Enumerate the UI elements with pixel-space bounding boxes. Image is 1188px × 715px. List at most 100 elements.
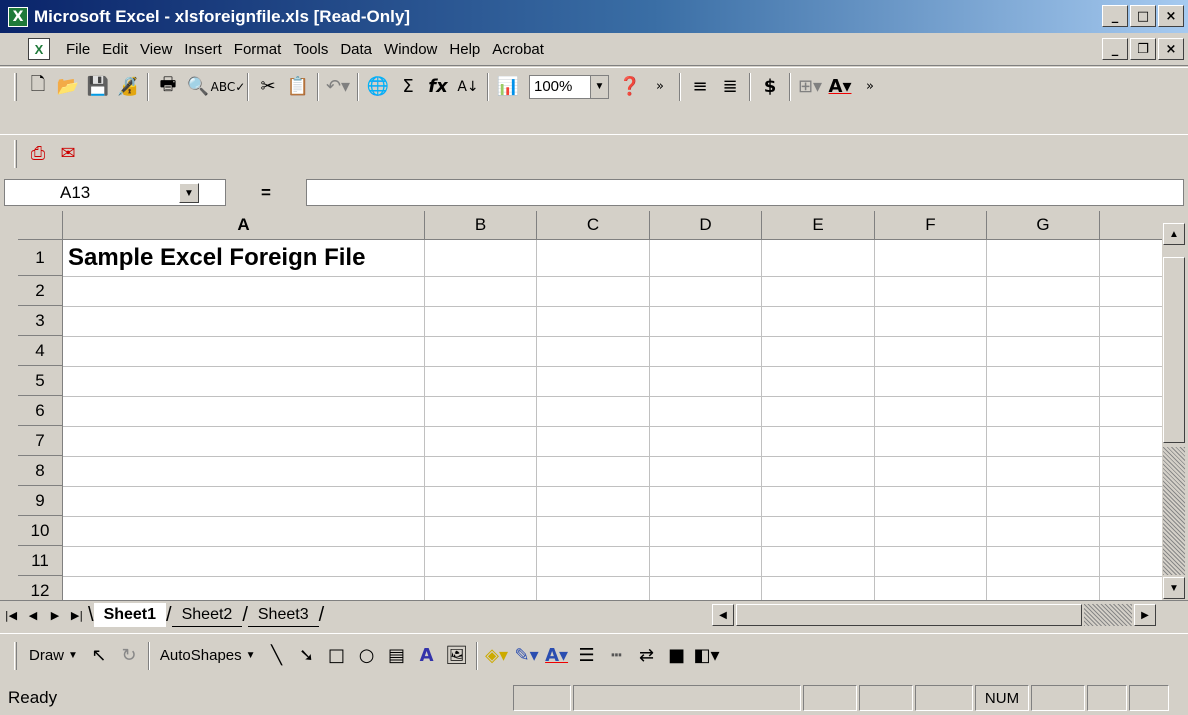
menu-insert[interactable]: Insert bbox=[178, 41, 228, 58]
undo-icon[interactable]: ↶▾ bbox=[323, 72, 353, 102]
wordart-icon[interactable]: A bbox=[412, 641, 442, 671]
select-objects-icon[interactable]: ↖ bbox=[84, 641, 114, 671]
menu-tools[interactable]: Tools bbox=[287, 41, 334, 58]
line-color-icon[interactable]: ✎▾ bbox=[512, 641, 542, 671]
last-sheet-icon[interactable]: ▶| bbox=[66, 604, 88, 626]
permission-icon[interactable]: 🔏 bbox=[113, 72, 143, 102]
autosum-icon[interactable]: Σ bbox=[393, 72, 423, 102]
borders-icon[interactable]: ⊞▾ bbox=[795, 72, 825, 102]
web-icon[interactable]: 🌐 bbox=[363, 72, 393, 102]
scroll-up-icon[interactable]: ▲ bbox=[1163, 223, 1185, 245]
oval-icon[interactable]: ○ bbox=[352, 641, 382, 671]
align-right-icon[interactable]: ≣ bbox=[715, 72, 745, 102]
text-box-icon[interactable]: ▤ bbox=[382, 641, 412, 671]
arrow-style-icon[interactable]: ⇄ bbox=[632, 641, 662, 671]
align-center-icon[interactable]: ≡ bbox=[685, 72, 715, 102]
toolbar-grip[interactable] bbox=[14, 139, 17, 168]
dash-style-icon[interactable]: ┅ bbox=[602, 641, 632, 671]
paste-icon[interactable]: 📋 bbox=[283, 72, 313, 102]
rectangle-icon[interactable]: □ bbox=[322, 641, 352, 671]
3d-icon[interactable]: ◧▾ bbox=[692, 641, 722, 671]
column-header-a[interactable]: A bbox=[63, 211, 425, 240]
convert-to-pdf-icon[interactable]: ⎙ bbox=[23, 139, 53, 169]
row-header-9[interactable]: 9 bbox=[18, 486, 63, 516]
cut-icon[interactable]: ✂ bbox=[253, 72, 283, 102]
horizontal-scrollbar[interactable]: ◀ ▶ bbox=[712, 604, 1156, 626]
menu-acrobat[interactable]: Acrobat bbox=[486, 41, 550, 58]
line-icon[interactable]: ╲ bbox=[262, 641, 292, 671]
chevron-down-icon[interactable]: ▼ bbox=[179, 183, 199, 203]
convert-and-email-icon[interactable]: ✉ bbox=[53, 139, 83, 169]
document-close-button[interactable]: × bbox=[1158, 38, 1184, 60]
free-rotate-icon[interactable]: ↻ bbox=[114, 641, 144, 671]
row-header-12[interactable]: 12 bbox=[18, 576, 63, 600]
menu-help[interactable]: Help bbox=[443, 41, 486, 58]
tab-sheet3[interactable]: Sheet3 bbox=[247, 603, 319, 627]
spelling-icon[interactable]: ABC✓ bbox=[211, 72, 246, 102]
row-header-6[interactable]: 6 bbox=[18, 396, 63, 426]
name-box[interactable]: A13 ▼ bbox=[4, 179, 226, 206]
function-icon[interactable]: fx bbox=[423, 72, 453, 102]
chart-wizard-icon[interactable]: 📊 bbox=[493, 72, 523, 102]
toolbar-grip[interactable] bbox=[14, 72, 17, 101]
fill-color-icon[interactable]: ◈▾ bbox=[482, 641, 512, 671]
more-icon[interactable]: » bbox=[855, 72, 885, 102]
workbook-icon[interactable]: X bbox=[28, 38, 50, 60]
row-header-1[interactable]: 1 bbox=[18, 240, 63, 276]
autoshapes-menu-button[interactable]: AutoShapes ▼ bbox=[154, 647, 262, 664]
vertical-scroll-thumb[interactable] bbox=[1163, 257, 1185, 443]
menu-view[interactable]: View bbox=[134, 41, 178, 58]
close-button[interactable]: × bbox=[1158, 5, 1184, 27]
tab-sheet2[interactable]: Sheet2 bbox=[171, 603, 243, 627]
document-minimize-button[interactable]: _ bbox=[1102, 38, 1128, 60]
menu-edit[interactable]: Edit bbox=[96, 41, 134, 58]
document-restore-button[interactable]: ❐ bbox=[1130, 38, 1156, 60]
minimize-button[interactable]: _ bbox=[1102, 5, 1128, 27]
menu-data[interactable]: Data bbox=[334, 41, 378, 58]
font-color-icon[interactable]: A▾ bbox=[542, 641, 572, 671]
row-header-10[interactable]: 10 bbox=[18, 516, 63, 546]
row-header-2[interactable]: 2 bbox=[18, 276, 63, 306]
menu-window[interactable]: Window bbox=[378, 41, 443, 58]
column-header-h[interactable]: H bbox=[1100, 211, 1162, 240]
toolbar-grip[interactable] bbox=[14, 641, 17, 670]
arrow-icon[interactable]: ➘ bbox=[292, 641, 322, 671]
shadow-icon[interactable]: ■ bbox=[662, 641, 692, 671]
column-header-b[interactable]: B bbox=[425, 211, 537, 240]
maximize-button[interactable]: □ bbox=[1130, 5, 1156, 27]
next-sheet-icon[interactable]: ▶ bbox=[44, 604, 66, 626]
row-header-4[interactable]: 4 bbox=[18, 336, 63, 366]
column-header-d[interactable]: D bbox=[650, 211, 762, 240]
currency-icon[interactable]: $ bbox=[755, 72, 785, 102]
cell-a1[interactable]: Sample Excel Foreign File bbox=[68, 241, 365, 275]
line-style-icon[interactable]: ☰ bbox=[572, 641, 602, 671]
open-icon[interactable]: 📂 bbox=[53, 72, 83, 102]
scroll-down-icon[interactable]: ▼ bbox=[1163, 577, 1185, 599]
horizontal-scroll-track[interactable] bbox=[1084, 604, 1132, 626]
row-header-3[interactable]: 3 bbox=[18, 306, 63, 336]
save-icon[interactable]: 💾 bbox=[83, 72, 113, 102]
column-header-f[interactable]: F bbox=[875, 211, 987, 240]
clip-art-icon[interactable]: 🖼 bbox=[442, 641, 472, 671]
row-header-5[interactable]: 5 bbox=[18, 366, 63, 396]
column-header-c[interactable]: C bbox=[537, 211, 650, 240]
row-header-7[interactable]: 7 bbox=[18, 426, 63, 456]
new-icon[interactable]: 🗋 bbox=[23, 72, 53, 102]
vertical-scroll-track[interactable] bbox=[1163, 447, 1185, 575]
draw-menu-button[interactable]: Draw ▼ bbox=[23, 647, 84, 664]
print-preview-icon[interactable]: 🔍 bbox=[183, 72, 213, 102]
excel-icon[interactable]: X bbox=[8, 6, 28, 27]
scroll-right-icon[interactable]: ▶ bbox=[1134, 604, 1156, 626]
first-sheet-icon[interactable]: |◀ bbox=[0, 604, 22, 626]
row-header-11[interactable]: 11 bbox=[18, 546, 63, 576]
worksheet-grid[interactable]: A B C D E F G H 1 2 3 4 5 6 7 8 9 10 11 … bbox=[18, 211, 1162, 600]
menu-format[interactable]: Format bbox=[228, 41, 288, 58]
zoom-select[interactable]: 100% ▼ bbox=[529, 74, 609, 99]
formula-input[interactable] bbox=[306, 179, 1184, 206]
sort-ascending-icon[interactable]: A↓ bbox=[453, 72, 483, 102]
tab-sheet1[interactable]: Sheet1 bbox=[93, 603, 167, 627]
column-header-e[interactable]: E bbox=[762, 211, 875, 240]
print-icon[interactable]: 🖶 bbox=[153, 72, 183, 102]
previous-sheet-icon[interactable]: ◀ bbox=[22, 604, 44, 626]
font-color-icon[interactable]: A▾ bbox=[825, 72, 855, 102]
